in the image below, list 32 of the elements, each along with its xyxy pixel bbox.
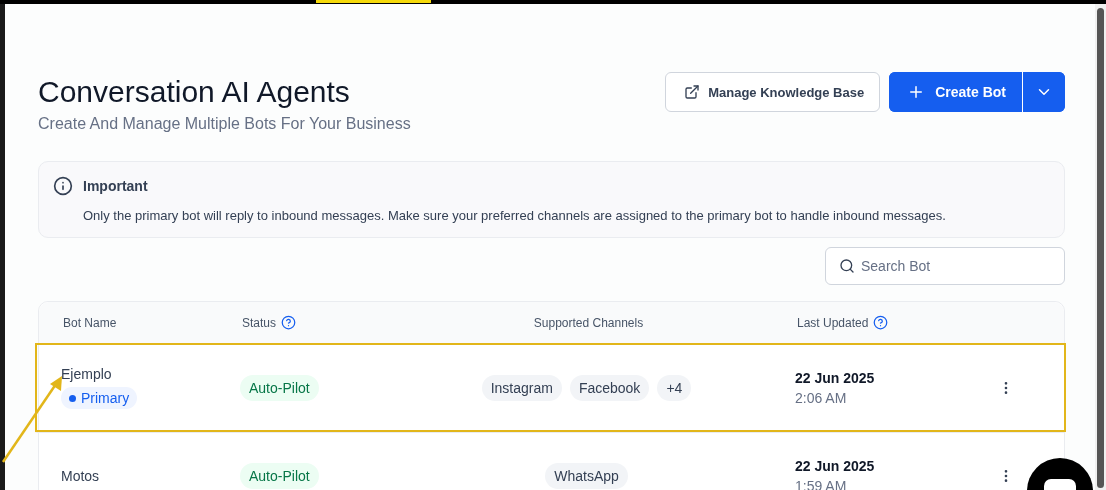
create-bot-button[interactable]: Create Bot xyxy=(889,72,1023,112)
status-badge: Auto-Pilot xyxy=(240,462,319,489)
search-icon xyxy=(839,258,855,274)
help-icon[interactable] xyxy=(873,315,889,330)
manage-knowledge-base-button[interactable]: Manage Knowledge Base xyxy=(665,72,881,112)
chat-widget-icon[interactable] xyxy=(1026,457,1096,490)
page-subtitle: Create And Manage Multiple Bots For Your Business xyxy=(38,115,411,133)
channel-tag: Instagram xyxy=(481,374,562,401)
search-field[interactable]: Search Bot xyxy=(825,247,1065,285)
scrollbar-thumb[interactable] xyxy=(1097,8,1104,488)
info-icon xyxy=(53,176,73,196)
updated-date: 22 Jun 2025 xyxy=(795,457,876,474)
bot-row[interactable]: Ejemplo Primary Auto-Pilot Instagram Facebook +4 22 Jun 2025 2:06 AM xyxy=(35,343,1066,432)
channel-tag: Facebook xyxy=(569,374,650,401)
channel-tag: +4 xyxy=(657,374,692,401)
column-header: Last Updated xyxy=(797,315,869,330)
bot-name: Ejemplo xyxy=(61,366,112,382)
channel-tag: WhatsApp xyxy=(545,462,628,489)
notice-text: Only the primary bot will reply to inbound messages. Make sure your preferred channels are assigned to the primary bot to handle inbound messages. xyxy=(83,208,947,223)
page-title: Conversation AI Agents xyxy=(38,74,351,110)
help-icon[interactable] xyxy=(281,315,297,330)
primary-badge: Primary xyxy=(61,387,138,409)
updated-time: 1:59 AM xyxy=(795,477,848,490)
column-header: Bot Name xyxy=(63,315,117,330)
external-link-icon xyxy=(684,84,701,100)
column-header: Supported Channels xyxy=(533,315,644,330)
updated-time: 2:06 AM xyxy=(795,389,848,406)
status-badge: Auto-Pilot xyxy=(240,374,319,401)
notice-title: Important xyxy=(83,178,148,194)
updated-date: 22 Jun 2025 xyxy=(795,369,876,386)
column-header: Status xyxy=(242,315,277,330)
bot-name: Motos xyxy=(61,467,100,484)
